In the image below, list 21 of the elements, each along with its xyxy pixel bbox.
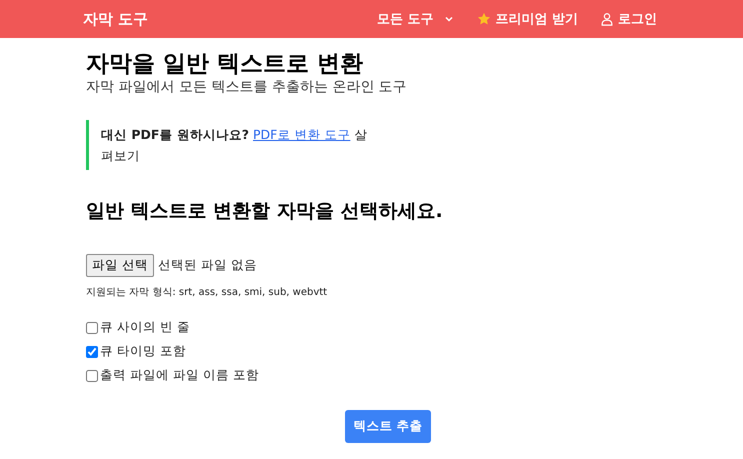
option-label: 출력 파일에 파일 이름 포함 [100, 367, 259, 384]
nav-link[interactable]: 로그인 [600, 10, 657, 28]
page-title: 자막을 일반 텍스트로 변환 [86, 50, 364, 78]
option-label: 큐 사이의 빈 줄 [100, 319, 190, 336]
option-checkbox[interactable] [86, 370, 98, 382]
nav-link[interactable]: 모든 도구 [376, 10, 456, 28]
file-select-button[interactable]: 파일 선택 [86, 254, 154, 277]
user-icon [600, 12, 614, 26]
page-subtitle: 자막 파일에서 모든 텍스트를 추출하는 온라인 도구 [86, 78, 408, 96]
option-checkbox[interactable] [86, 346, 98, 358]
callout-text: 대신 PDF를 원하시나요? PDF로 변환 도구 살펴보기 [101, 126, 368, 165]
brand-link[interactable]: 자막 도구 [83, 10, 148, 28]
supported-formats: 지원되는 자막 형식: srt, ass, ssa, smi, sub, webvtt [86, 286, 328, 299]
extract-button[interactable]: 텍스트 추출 [345, 410, 431, 443]
star-icon [477, 12, 492, 26]
file-status: 선택된 파일 없음 [158, 257, 257, 274]
option-label: 큐 타이밍 포함 [100, 343, 186, 360]
nav-link[interactable]: 프리미엄 받기 [477, 10, 578, 28]
converter-link[interactable]: PDF로 변환 도구 [253, 127, 350, 142]
option-checkbox[interactable] [86, 322, 98, 334]
section-heading: 일반 텍스트로 변환할 자막을 선택하세요. [86, 199, 444, 224]
